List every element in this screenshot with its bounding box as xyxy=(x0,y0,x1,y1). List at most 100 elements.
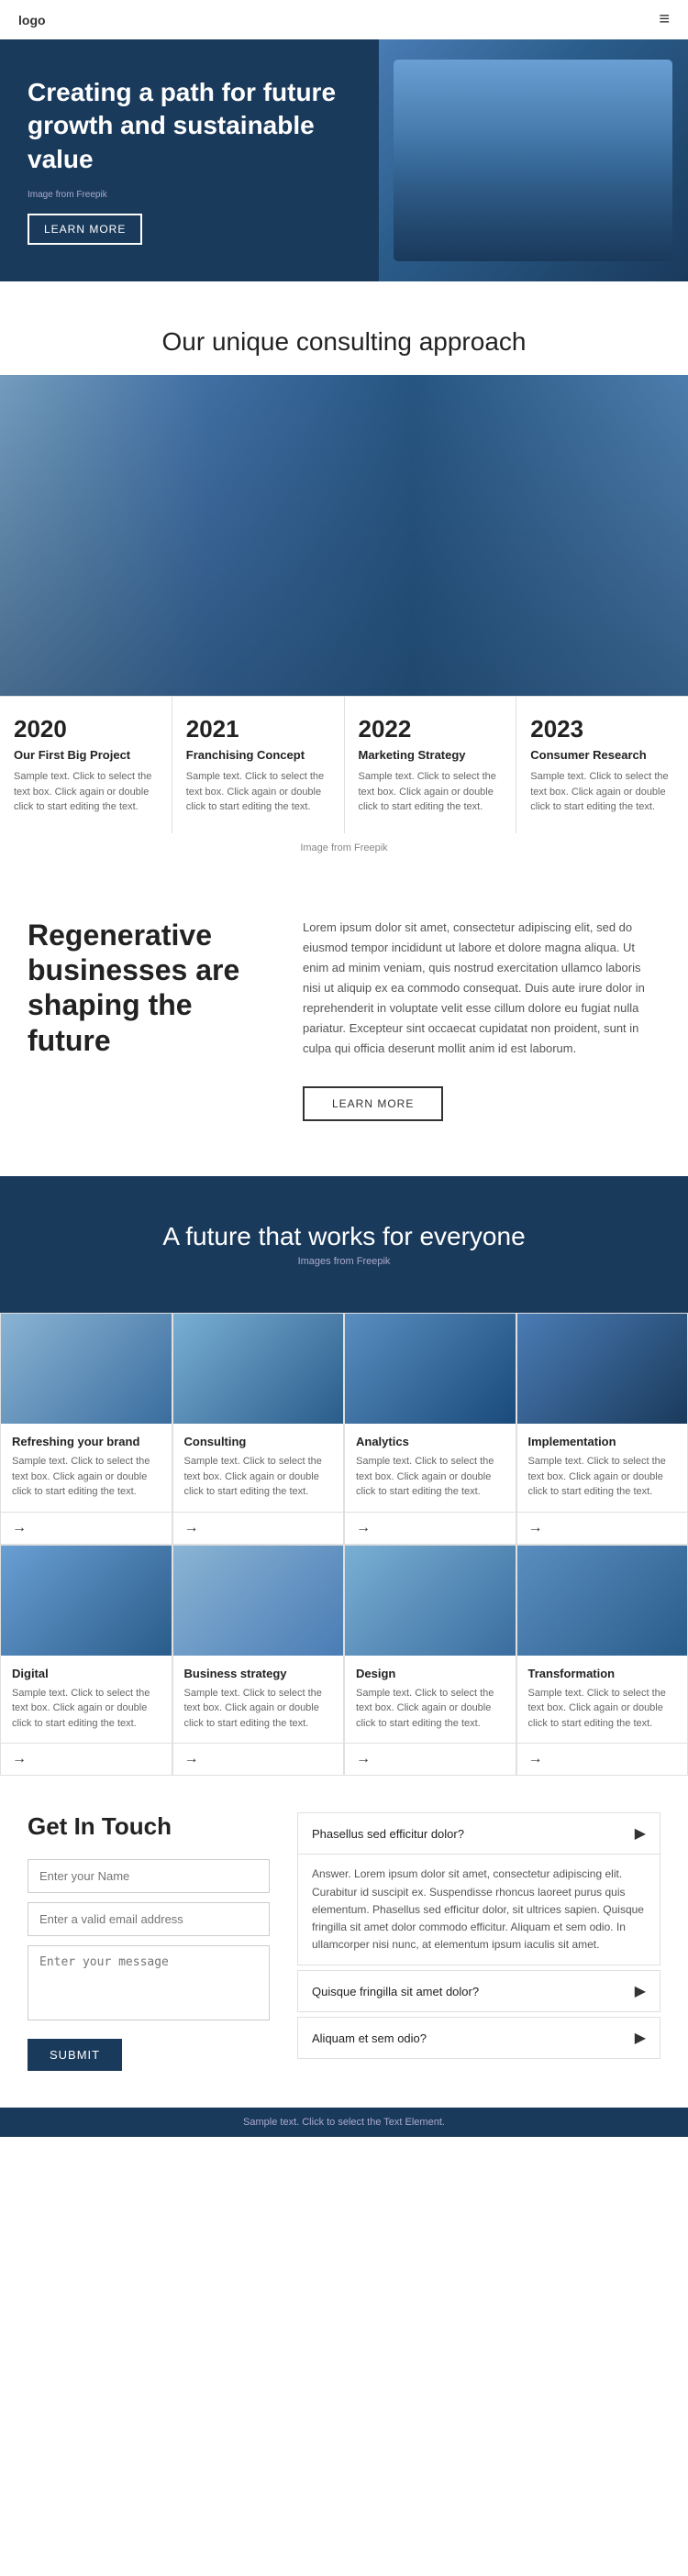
card: Transformation Sample text. Click to sel… xyxy=(516,1545,688,1777)
hero-section: Creating a path for future growth and su… xyxy=(0,39,688,281)
card-content: Design Sample text. Click to select the … xyxy=(345,1656,516,1744)
hero-image-caption: Image from Freepik xyxy=(28,190,351,200)
contact-left: Get In Touch SUBMIT xyxy=(28,1812,270,2071)
card-content: Digital Sample text. Click to select the… xyxy=(1,1656,172,1744)
card-content: Business strategy Sample text. Click to … xyxy=(173,1656,344,1744)
card-image xyxy=(517,1546,688,1656)
regen-learn-more-button[interactable]: LEARN MORE xyxy=(303,1086,443,1121)
card-image xyxy=(345,1546,516,1656)
footer: Sample text. Click to select the Text El… xyxy=(0,2108,688,2137)
future-section: A future that works for everyone Images … xyxy=(0,1176,688,1313)
card: Business strategy Sample text. Click to … xyxy=(172,1545,345,1777)
card-content: Implementation Sample text. Click to sel… xyxy=(517,1424,688,1512)
accordion-header[interactable]: Aliquam et sem odio? ▶ xyxy=(298,2018,660,2058)
timeline-text: Sample text. Click to select the text bo… xyxy=(359,769,503,815)
timeline-text: Sample text. Click to select the text bo… xyxy=(14,769,158,815)
contact-section: Get In Touch SUBMIT Phasellus sed effici… xyxy=(0,1776,688,2108)
card-title: Design xyxy=(356,1667,505,1680)
timeline-item: 2020 Our First Big Project Sample text. … xyxy=(0,697,172,833)
email-input[interactable] xyxy=(28,1902,270,1936)
card-title: Digital xyxy=(12,1667,161,1680)
card-image xyxy=(1,1546,172,1656)
card-arrow-icon[interactable]: → xyxy=(517,1743,688,1775)
card-arrow-icon[interactable]: → xyxy=(345,1512,516,1544)
message-input[interactable] xyxy=(28,1945,270,2020)
card-arrow-icon[interactable]: → xyxy=(1,1512,172,1544)
logo: logo xyxy=(18,13,46,28)
card-title: Implementation xyxy=(528,1435,677,1448)
card-arrow-icon[interactable]: → xyxy=(173,1743,344,1775)
card: Analytics Sample text. Click to select t… xyxy=(344,1313,516,1545)
cards-grid: Refreshing your brand Sample text. Click… xyxy=(0,1313,688,1776)
header: logo ≡ xyxy=(0,0,688,39)
card-arrow-icon[interactable]: → xyxy=(345,1743,516,1775)
card-text: Sample text. Click to select the text bo… xyxy=(528,1686,677,1732)
card-arrow-icon[interactable]: → xyxy=(1,1743,172,1775)
timeline-title: Marketing Strategy xyxy=(359,748,503,762)
hero-people-image xyxy=(394,60,672,261)
accordion-arrow-icon: ▶ xyxy=(635,1824,646,1843)
accordion-item: Phasellus sed efficitur dolor? ▶ Answer.… xyxy=(297,1812,660,1965)
name-input[interactable] xyxy=(28,1859,270,1893)
team-image-container xyxy=(0,375,688,696)
hero-image-bg xyxy=(379,39,688,281)
hero-learn-more-button[interactable]: LEARN MORE xyxy=(28,214,142,245)
card-arrow-icon[interactable]: → xyxy=(517,1512,688,1544)
consulting-heading: Our unique consulting approach xyxy=(18,327,670,357)
card-text: Sample text. Click to select the text bo… xyxy=(12,1686,161,1732)
card-arrow-icon[interactable]: → xyxy=(173,1512,344,1544)
submit-button[interactable]: SUBMIT xyxy=(28,2039,122,2071)
card: Consulting Sample text. Click to select … xyxy=(172,1313,345,1545)
timeline-year: 2023 xyxy=(530,715,674,743)
accordion-arrow-icon: ▶ xyxy=(635,2029,646,2047)
regen-heading: Regenerative businesses are shaping the … xyxy=(28,918,266,1059)
accordion-question: Phasellus sed efficitur dolor? xyxy=(312,1827,464,1841)
accordion-header[interactable]: Phasellus sed efficitur dolor? ▶ xyxy=(298,1813,660,1854)
contact-heading: Get In Touch xyxy=(28,1812,270,1841)
accordion-question: Quisque fringilla sit amet dolor? xyxy=(312,1985,479,1998)
card: Refreshing your brand Sample text. Click… xyxy=(0,1313,172,1545)
regen-left: Regenerative businesses are shaping the … xyxy=(28,918,266,1122)
timeline-title: Our First Big Project xyxy=(14,748,158,762)
accordion-arrow-icon: ▶ xyxy=(635,1982,646,2000)
card-image xyxy=(345,1314,516,1424)
card-text: Sample text. Click to select the text bo… xyxy=(356,1454,505,1500)
contact-accordion: Phasellus sed efficitur dolor? ▶ Answer.… xyxy=(297,1812,660,2071)
card-content: Refreshing your brand Sample text. Click… xyxy=(1,1424,172,1512)
card-text: Sample text. Click to select the text bo… xyxy=(184,1686,333,1732)
timeline: 2020 Our First Big Project Sample text. … xyxy=(0,696,688,833)
hero-text-area: Creating a path for future growth and su… xyxy=(0,39,379,281)
card-text: Sample text. Click to select the text bo… xyxy=(184,1454,333,1500)
card-text: Sample text. Click to select the text bo… xyxy=(528,1454,677,1500)
timeline-text: Sample text. Click to select the text bo… xyxy=(530,769,674,815)
accordion-item: Quisque fringilla sit amet dolor? ▶ xyxy=(297,1970,660,2012)
accordion-body: Answer. Lorem ipsum dolor sit amet, cons… xyxy=(298,1854,660,1965)
accordion-header[interactable]: Quisque fringilla sit amet dolor? ▶ xyxy=(298,1971,660,2011)
timeline-item: 2021 Franchising Concept Sample text. Cl… xyxy=(172,697,345,833)
footer-text: Sample text. Click to select the Text El… xyxy=(18,2117,670,2128)
accordion-question: Aliquam et sem odio? xyxy=(312,2031,427,2045)
future-caption: Images from Freepik xyxy=(18,1256,670,1267)
card-image xyxy=(173,1546,344,1656)
future-heading: A future that works for everyone xyxy=(18,1222,670,1251)
card-text: Sample text. Click to select the text bo… xyxy=(356,1686,505,1732)
card: Implementation Sample text. Click to sel… xyxy=(516,1313,688,1545)
hamburger-icon[interactable]: ≡ xyxy=(659,9,670,30)
regenerative-section: Regenerative businesses are shaping the … xyxy=(0,863,688,1177)
regen-right: Lorem ipsum dolor sit amet, consectetur … xyxy=(303,918,660,1122)
hero-image xyxy=(379,39,688,281)
team-image xyxy=(0,375,688,696)
card: Design Sample text. Click to select the … xyxy=(344,1545,516,1777)
card-image xyxy=(517,1314,688,1424)
accordion-item: Aliquam et sem odio? ▶ xyxy=(297,2017,660,2059)
timeline-year: 2022 xyxy=(359,715,503,743)
card-content: Analytics Sample text. Click to select t… xyxy=(345,1424,516,1512)
timeline-item: 2022 Marketing Strategy Sample text. Cli… xyxy=(345,697,517,833)
card-content: Consulting Sample text. Click to select … xyxy=(173,1424,344,1512)
card-title: Consulting xyxy=(184,1435,333,1448)
timeline-item: 2023 Consumer Research Sample text. Clic… xyxy=(516,697,688,833)
timeline-text: Sample text. Click to select the text bo… xyxy=(186,769,330,815)
consulting-section: Our unique consulting approach xyxy=(0,281,688,357)
timeline-title: Franchising Concept xyxy=(186,748,330,762)
card-image xyxy=(1,1314,172,1424)
